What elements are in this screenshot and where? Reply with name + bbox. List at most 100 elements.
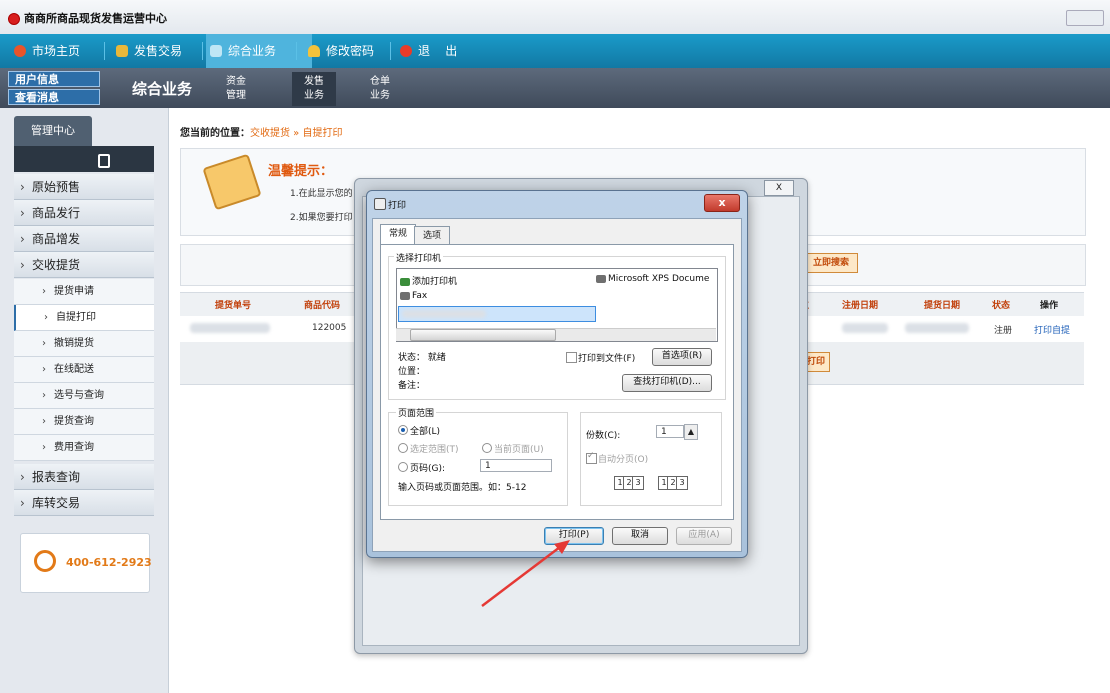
pages-input[interactable]: 1 — [480, 459, 552, 472]
print-self-pickup-link[interactable]: 打印自提 — [1034, 323, 1070, 336]
view-messages-tab[interactable]: 查看消息 — [8, 89, 100, 105]
add-printer-icon — [400, 277, 410, 286]
window-controls[interactable] — [1066, 10, 1104, 26]
apply-button[interactable]: 应用(A) — [676, 527, 732, 545]
column-header: 操作 — [1040, 301, 1059, 311]
dialog-close-button[interactable]: x — [704, 194, 740, 212]
sidebar-item-issuance[interactable]: 商品发行 — [14, 200, 154, 226]
nav-label: 综合业务 — [228, 44, 277, 58]
red-arrow-annotation — [481, 540, 570, 607]
range-current-label: 当前页面(U) — [494, 445, 544, 455]
sales-business-button[interactable]: 发售 业务 — [292, 72, 336, 106]
app-logo-icon — [8, 13, 20, 25]
sidebar-sub-pickup-query[interactable]: 提货查询 — [14, 409, 154, 435]
hotline-number: 400-612-2923 — [66, 556, 152, 569]
printer-xps[interactable]: Microsoft XPS Docume — [596, 274, 709, 284]
status-label: 状态： 就绪 — [398, 350, 446, 363]
preferences-button[interactable]: 首选项(R) — [652, 348, 712, 366]
scrollbar-thumb[interactable] — [410, 329, 556, 341]
sidebar-item-additional-issuance[interactable]: 商品增发 — [14, 226, 154, 252]
find-printer-button[interactable]: 查找打印机(D)... — [622, 374, 712, 392]
nav-label: 发售交易 — [134, 44, 183, 58]
fax-icon — [400, 291, 410, 300]
collate-illustration: 123 — [614, 476, 644, 490]
location-label: 位置： — [398, 367, 426, 377]
nav-label: 修改密码 — [326, 44, 375, 58]
sidebar-sub-pickup-request[interactable]: 提货申请 — [14, 279, 154, 305]
tab-options[interactable]: 选项 — [414, 226, 451, 245]
sidebar-item-delivery[interactable]: 交收提货 — [14, 252, 154, 278]
nav-change-password[interactable]: 修改密码 — [304, 34, 410, 68]
column-header: 商品代码 — [304, 301, 341, 311]
status-label-text: 状态： — [398, 353, 426, 363]
range-all-radio[interactable] — [398, 425, 408, 435]
monitor-icon — [210, 45, 222, 57]
status-value: 就绪 — [427, 353, 446, 363]
breadcrumb-trail[interactable]: 交收提货 » 自提打印 — [250, 128, 342, 139]
comment-label: 备注： — [398, 381, 426, 391]
nav-label: 市场主页 — [32, 44, 81, 58]
sidebar-sub-self-print[interactable]: 自提打印 — [14, 305, 154, 331]
collate-checkbox[interactable] — [586, 451, 597, 464]
printer-add[interactable]: 添加打印机 — [400, 274, 457, 287]
breadcrumb: 您当前的位置：交收提货 » 自提打印 — [180, 124, 342, 139]
power-icon — [400, 45, 412, 57]
printer-label: 添加打印机 — [412, 277, 458, 287]
sidebar-item-warehouse-transfer[interactable]: 库转交易 — [14, 490, 154, 516]
preview-close-button[interactable]: X — [764, 180, 794, 196]
page-range-label: 页面范围 — [396, 406, 437, 419]
range-pages-radio[interactable] — [398, 462, 408, 472]
select-printer-label: 选择打印机 — [394, 251, 444, 264]
section-title: 综合业务 — [132, 80, 193, 98]
refresh-icon[interactable] — [98, 154, 110, 168]
breadcrumb-prefix: 您当前的位置： — [180, 128, 250, 139]
redacted-cell — [905, 323, 969, 333]
page-glyph: 3 — [676, 476, 688, 490]
key-icon — [308, 45, 320, 57]
printer-fax[interactable]: Fax — [400, 291, 427, 301]
status-cell: 注册 — [994, 326, 1013, 336]
column-header: 提货单号 — [215, 301, 252, 311]
printer-label: Fax — [412, 291, 428, 301]
copies-input[interactable]: 1 — [656, 425, 684, 438]
copies-label: 份数(C): — [586, 431, 621, 441]
search-button[interactable]: 立即搜索 — [804, 253, 858, 273]
management-center-tab[interactable]: 管理中心 — [14, 116, 92, 146]
sidebar-sub-cancel-pickup[interactable]: 撤销提货 — [14, 331, 154, 357]
cancel-button[interactable]: 取消 — [612, 527, 668, 545]
main-nav: 市场主页 发售交易 综合业务 修改密码 退 出 — [0, 34, 1110, 68]
print-to-file-checkbox[interactable] — [566, 352, 577, 363]
sidebar-item-presale[interactable]: 原始预售 — [14, 174, 154, 200]
column-header: 注册日期 — [842, 301, 879, 311]
range-current-radio[interactable] — [482, 443, 492, 453]
range-selection-radio[interactable] — [398, 443, 408, 453]
nav-sales-trading[interactable]: 发售交易 — [112, 34, 220, 68]
fund-management-button[interactable]: 资金 管理 — [214, 72, 258, 106]
app-title: 商商所商品现货发售运营中心 — [24, 12, 167, 25]
home-icon — [14, 45, 26, 57]
tab-general[interactable]: 常规 — [380, 224, 417, 245]
pages-hint: 输入页码或页面范围。如：5-12 — [398, 483, 527, 493]
range-selection-label: 选定范围(T) — [410, 445, 459, 455]
sidebar-sub-number-query[interactable]: 选号与查询 — [14, 383, 154, 409]
print-to-file-label: 打印到文件(F) — [578, 354, 636, 364]
copies-spinner[interactable]: ▲ — [684, 424, 698, 440]
printer-icon — [596, 274, 606, 283]
warehouse-receipt-button[interactable]: 仓单 业务 — [358, 72, 402, 106]
redacted-printer-name — [402, 310, 486, 318]
sidebar-item-reports[interactable]: 报表查询 — [14, 464, 154, 490]
page-glyph: 3 — [632, 476, 644, 490]
printer-icon — [374, 198, 386, 210]
column-header: 提货日期 — [924, 301, 961, 311]
nav-market-home[interactable]: 市场主页 — [10, 34, 122, 68]
sidebar-header-bar — [14, 146, 154, 172]
user-info-tab[interactable]: 用户信息 — [8, 71, 100, 87]
redacted-cell — [190, 323, 270, 333]
sidebar-sub-online-delivery[interactable]: 在线配送 — [14, 357, 154, 383]
nav-logout[interactable]: 退 出 — [396, 34, 508, 68]
sidebar-sub-fee-query[interactable]: 费用查询 — [14, 435, 154, 461]
range-all-label: 全部(L) — [410, 427, 441, 437]
dialog-title: 打印 — [388, 201, 407, 211]
column-header: 状态 — [992, 301, 1011, 311]
redacted-cell — [842, 323, 888, 333]
